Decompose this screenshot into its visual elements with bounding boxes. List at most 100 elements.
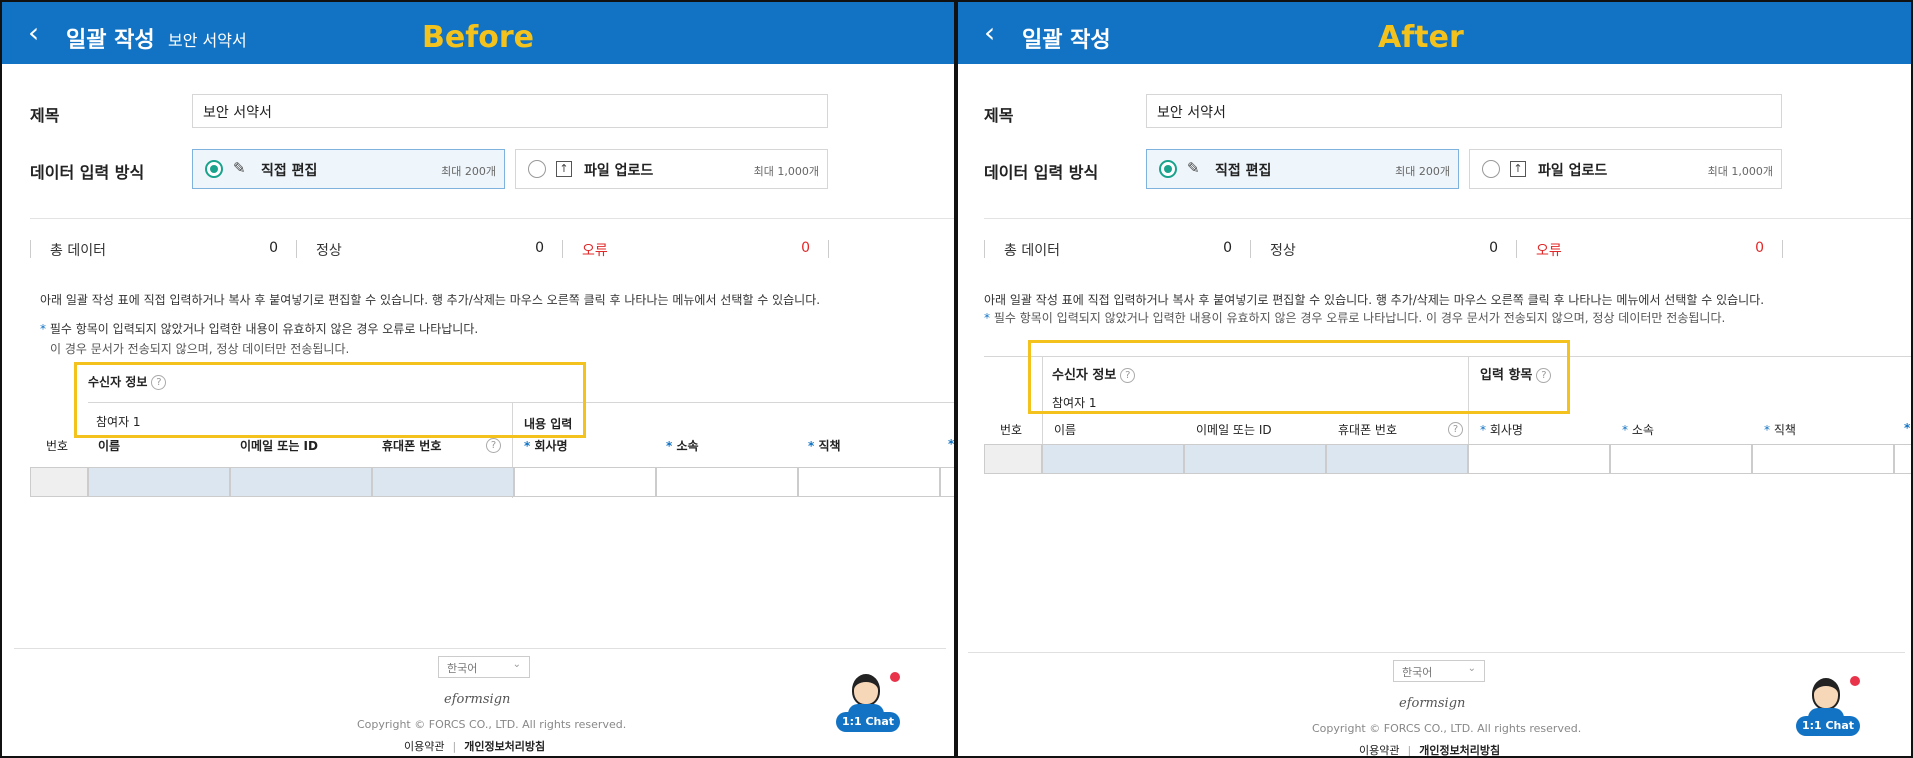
file-upload-max: 최대 1,000개 bbox=[753, 165, 819, 178]
col-name: 이름 bbox=[1054, 423, 1077, 437]
normal-label: 정상 bbox=[316, 243, 342, 259]
notification-dot bbox=[890, 672, 900, 682]
error-label: 오류 bbox=[582, 243, 608, 259]
privacy-link[interactable]: 개인정보처리방침 bbox=[464, 740, 545, 753]
page-title: 일괄 작성 bbox=[1022, 28, 1111, 53]
notification-dot bbox=[1850, 676, 1860, 686]
info-text: 아래 일괄 작성 표에 직접 입력하거나 복사 후 붙여넣기로 편집할 수 있습… bbox=[40, 293, 821, 307]
before-panel: ‹ 일괄 작성 보안 서약서 Before 제목 보안 서약서 데이터 입력 방… bbox=[0, 0, 956, 758]
copyright-text: Copyright © FORCS CO., LTD. All rights r… bbox=[357, 718, 627, 731]
avatar bbox=[852, 674, 880, 706]
header-bar: ‹ 일괄 작성 보안 서약서 Before bbox=[2, 2, 954, 64]
error-value: 0 bbox=[801, 240, 810, 256]
after-panel: ‹ 일괄 작성 After 제목 보안 서약서 데이터 입력 방식 ✎ 직접 편… bbox=[956, 0, 1913, 758]
company-cell[interactable] bbox=[514, 467, 656, 497]
direct-edit-label: 직접 편집 bbox=[261, 163, 318, 179]
terms-link[interactable]: 이용약관 bbox=[404, 740, 444, 753]
chevron-left-icon[interactable]: ‹ bbox=[984, 19, 995, 47]
info-text: 아래 일괄 작성 표에 직접 입력하거나 복사 후 붙여넣기로 편집할 수 있습… bbox=[984, 293, 1765, 307]
radio-unselected-icon[interactable] bbox=[528, 160, 546, 178]
name-cell[interactable] bbox=[88, 467, 230, 497]
phone-cell[interactable] bbox=[1326, 444, 1468, 474]
footer-links: 이용약관 | 개인정보처리방침 bbox=[404, 740, 546, 753]
title-cell[interactable] bbox=[798, 467, 940, 497]
error-label: 오류 bbox=[1536, 243, 1562, 259]
privacy-link[interactable]: 개인정보처리방침 bbox=[1419, 744, 1500, 756]
direct-edit-max: 최대 200개 bbox=[1395, 165, 1450, 178]
highlight-box bbox=[74, 362, 586, 438]
col-number: 번호 bbox=[46, 439, 69, 453]
chat-button[interactable]: 1:1 Chat bbox=[1796, 676, 1860, 738]
normal-label: 정상 bbox=[1270, 243, 1296, 259]
stat-divider bbox=[1250, 240, 1251, 258]
required-note-line2: 이 경우 문서가 전송되지 않으며, 정상 데이터만 전송됩니다. bbox=[50, 342, 350, 356]
name-cell[interactable] bbox=[1042, 444, 1184, 474]
eformsign-logo: eformsign bbox=[444, 692, 511, 707]
language-select[interactable]: 한국어 ⌄ bbox=[438, 656, 530, 678]
email-cell[interactable] bbox=[230, 467, 372, 497]
required-note: * 필수 항목이 입력되지 않았거나 입력한 내용이 유효하지 않은 경우 오류… bbox=[984, 311, 1726, 325]
email-cell[interactable] bbox=[1184, 444, 1326, 474]
chevron-down-icon: ⌄ bbox=[1467, 663, 1476, 674]
file-upload-option[interactable]: ↑ 파일 업로드 최대 1,000개 bbox=[1469, 149, 1782, 189]
radio-selected-icon[interactable] bbox=[205, 160, 223, 178]
extra-cell[interactable] bbox=[1894, 444, 1911, 474]
row-number-cell[interactable] bbox=[30, 467, 88, 497]
upload-icon: ↑ bbox=[1510, 161, 1526, 177]
stat-divider bbox=[562, 240, 563, 258]
col-more: * bbox=[1904, 421, 1911, 435]
normal-value: 0 bbox=[1489, 240, 1498, 256]
title-label: 제목 bbox=[30, 106, 60, 125]
col-phone: 휴대폰 번호 bbox=[382, 439, 442, 453]
title-input[interactable]: 보안 서약서 bbox=[1146, 94, 1782, 128]
input-method-label: 데이터 입력 방식 bbox=[984, 163, 1099, 182]
direct-edit-option[interactable]: ✎ 직접 편집 최대 200개 bbox=[192, 149, 505, 189]
direct-edit-label: 직접 편집 bbox=[1215, 163, 1272, 179]
row-number-cell[interactable] bbox=[984, 444, 1042, 474]
stat-divider bbox=[1782, 240, 1783, 258]
stat-divider bbox=[296, 240, 297, 258]
normal-value: 0 bbox=[535, 240, 544, 256]
direct-edit-option[interactable]: ✎ 직접 편집 최대 200개 bbox=[1146, 149, 1459, 189]
chevron-left-icon[interactable]: ‹ bbox=[28, 19, 39, 47]
avatar bbox=[1812, 678, 1840, 710]
col-company: * 회사명 bbox=[524, 439, 568, 453]
footer-links: 이용약관 | 개인정보처리방침 bbox=[1359, 744, 1501, 757]
error-value: 0 bbox=[1755, 240, 1764, 256]
col-email: 이메일 또는 ID bbox=[240, 439, 318, 453]
title-input[interactable]: 보안 서약서 bbox=[192, 94, 828, 128]
chat-label: 1:1 Chat bbox=[836, 712, 900, 732]
col-name: 이름 bbox=[98, 439, 121, 453]
radio-selected-icon[interactable] bbox=[1159, 160, 1177, 178]
pencil-icon: ✎ bbox=[233, 159, 246, 177]
col-title: * 직책 bbox=[808, 439, 841, 453]
chevron-down-icon: ⌄ bbox=[512, 659, 521, 670]
file-upload-max: 최대 1,000개 bbox=[1707, 165, 1773, 178]
terms-link[interactable]: 이용약관 bbox=[1359, 744, 1399, 756]
chat-label: 1:1 Chat bbox=[1796, 716, 1860, 736]
help-icon[interactable]: ? bbox=[486, 438, 501, 453]
col-title: * 직책 bbox=[1764, 423, 1796, 437]
highlight-box bbox=[1028, 340, 1570, 414]
after-tag: After bbox=[1378, 20, 1464, 55]
dept-cell[interactable] bbox=[1610, 444, 1752, 474]
stat-divider bbox=[1516, 240, 1517, 258]
help-icon[interactable]: ? bbox=[1448, 422, 1463, 437]
company-cell[interactable] bbox=[1468, 444, 1610, 474]
col-dept: * 소속 bbox=[1622, 423, 1654, 437]
file-upload-label: 파일 업로드 bbox=[584, 163, 654, 179]
file-upload-option[interactable]: ↑ 파일 업로드 최대 1,000개 bbox=[515, 149, 828, 189]
required-note-line1: * 필수 항목이 입력되지 않았거나 입력한 내용이 유효하지 않은 경우 오류… bbox=[40, 322, 479, 336]
divider bbox=[984, 218, 1911, 219]
col-number: 번호 bbox=[1000, 423, 1023, 437]
extra-cell[interactable] bbox=[940, 467, 954, 497]
language-select[interactable]: 한국어 ⌄ bbox=[1393, 660, 1485, 682]
dept-cell[interactable] bbox=[656, 467, 798, 497]
radio-unselected-icon[interactable] bbox=[1482, 160, 1500, 178]
phone-cell[interactable] bbox=[372, 467, 514, 497]
header-bar: ‹ 일괄 작성 After bbox=[958, 2, 1911, 64]
chat-button[interactable]: 1:1 Chat bbox=[836, 672, 900, 734]
title-cell[interactable] bbox=[1752, 444, 1894, 474]
footer-divider bbox=[14, 648, 946, 649]
col-phone: 휴대폰 번호 bbox=[1338, 423, 1398, 437]
